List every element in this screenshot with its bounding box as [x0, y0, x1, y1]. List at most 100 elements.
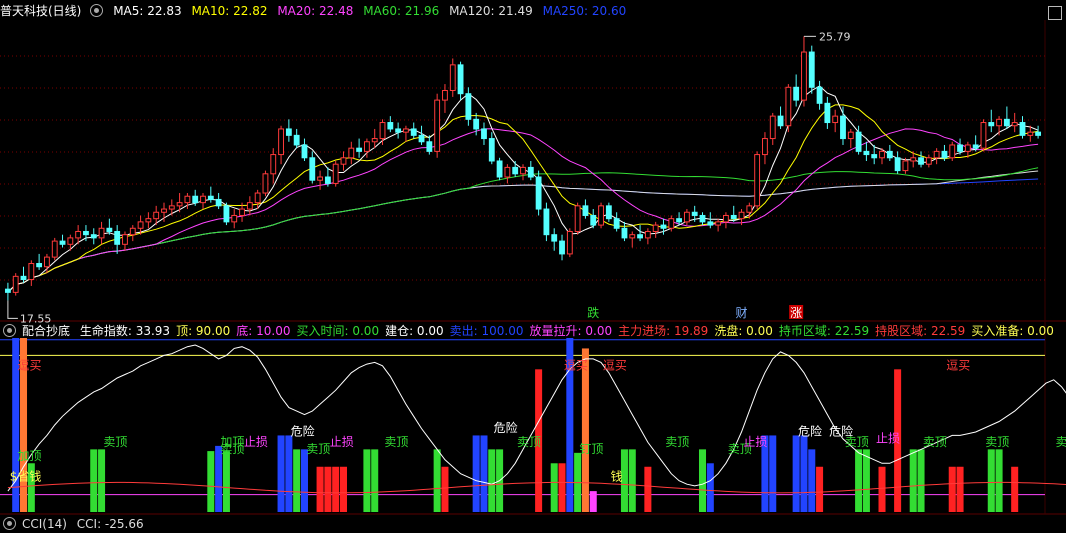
candle-body — [777, 115, 784, 127]
candle-body — [746, 205, 753, 213]
high-price-label: 25.79 — [819, 30, 851, 43]
ma120-label: MA120: 21.49 — [449, 4, 533, 18]
candle-body — [551, 234, 558, 242]
close-panel-button[interactable] — [1048, 6, 1062, 20]
candle-body — [691, 211, 698, 216]
event-marker: 涨 — [790, 305, 802, 320]
signal-bar — [917, 449, 925, 512]
candle-body — [293, 134, 300, 146]
candle-body — [980, 122, 987, 149]
candle-body — [246, 202, 253, 210]
stock-chart[interactable]: 25.7917.55 跌财涨逗买 逗买 逗买 逗买加顶$省钱卖顶 卖顶加顶 止损危险止损卖顶… — [0, 0, 1066, 530]
signal-annotation: 卖顶 — [517, 435, 541, 449]
signal-annotation: 卖顶 — [985, 435, 1009, 449]
candle-body — [933, 150, 940, 159]
candle-body — [527, 166, 534, 178]
candle-body — [270, 154, 277, 175]
candle-body — [356, 147, 363, 152]
candle-body — [715, 221, 722, 226]
indicator-value-7: 主力进场: 19.89 — [618, 324, 709, 338]
signal-bar — [878, 466, 886, 512]
signal-bar — [769, 435, 777, 512]
stock-title[interactable]: 普天科技(日线) — [0, 4, 81, 18]
signal-annotation: 卖顶 — [384, 435, 408, 449]
candle-body — [1003, 118, 1010, 127]
candle-body — [44, 256, 50, 268]
candle-body — [348, 147, 355, 159]
signal-bar — [332, 466, 340, 512]
ma5-label: MA5: 22.83 — [113, 4, 182, 18]
candle-body — [559, 240, 565, 255]
candle-body — [863, 150, 870, 156]
ma20-label: MA20: 22.48 — [277, 4, 354, 18]
candle-body — [340, 157, 347, 165]
candle-body — [535, 176, 542, 210]
indicator-name[interactable]: 配合抄底 — [22, 324, 70, 338]
candle-body — [1011, 122, 1018, 127]
signal-bar — [909, 449, 917, 512]
indicator-value-8: 洗盘: 0.00 — [714, 324, 773, 338]
candle-body — [621, 227, 628, 239]
candle-body — [317, 176, 324, 181]
candle-body — [660, 224, 667, 229]
candle-body — [668, 218, 675, 229]
candle-body — [309, 157, 316, 181]
candle-body — [824, 102, 831, 124]
candle-body — [379, 122, 386, 140]
signal-bar — [300, 449, 308, 512]
candle-body — [512, 166, 519, 175]
candle-body — [762, 138, 768, 156]
candle-body — [122, 234, 128, 245]
candle-body — [395, 128, 402, 133]
candle-body — [106, 227, 113, 232]
signal-annotation: 逗买 — [603, 358, 627, 372]
candle-body — [262, 173, 269, 194]
candle-body — [481, 128, 487, 140]
candle-body — [223, 205, 230, 223]
candle-body — [36, 263, 43, 268]
candle-body — [910, 157, 917, 162]
cci-name[interactable]: CCI(14) — [22, 517, 67, 531]
signal-annotation: 止损 — [743, 435, 767, 449]
candle-body — [449, 64, 456, 91]
candle-body — [941, 150, 948, 159]
candle-body — [465, 93, 472, 120]
candle-body — [473, 118, 480, 130]
candle-body — [207, 195, 214, 200]
candle-body — [918, 157, 924, 165]
signal-bar — [371, 449, 379, 512]
settings-icon[interactable] — [3, 517, 16, 530]
signal-bar — [488, 449, 496, 512]
candle-body — [231, 214, 238, 223]
signal-bar — [363, 449, 371, 512]
signal-bar — [644, 466, 652, 512]
signal-annotation: 卖顶 — [845, 435, 869, 449]
candle-body — [722, 214, 729, 223]
candle-body — [590, 214, 597, 226]
event-marker: 跌 — [587, 305, 599, 320]
indicator-value-2: 底: 10.00 — [236, 324, 291, 338]
candle-body — [51, 240, 58, 258]
candle-body — [543, 208, 550, 236]
signal-bar — [472, 435, 480, 512]
signal-bar — [558, 463, 566, 512]
signal-bar — [581, 348, 589, 512]
candle-body — [410, 128, 417, 136]
candle-body — [769, 115, 776, 140]
candle-body — [886, 150, 893, 159]
signal-bar — [855, 449, 863, 512]
candle-body — [1027, 131, 1034, 136]
candle-body — [808, 51, 815, 88]
candle-body — [488, 138, 495, 162]
candle-body — [832, 115, 839, 124]
signal-bar — [550, 463, 558, 512]
cci-panel-header: CCI(14) CCI: -25.66 — [0, 515, 150, 533]
candle-body — [371, 138, 378, 143]
settings-icon[interactable] — [90, 4, 104, 17]
settings-icon[interactable] — [3, 324, 16, 337]
cci-value: CCI: -25.66 — [76, 517, 144, 531]
candle-body — [28, 263, 35, 281]
signal-bar — [316, 466, 324, 512]
signal-bar — [207, 451, 215, 512]
signal-annotation: 危险 — [494, 420, 518, 435]
